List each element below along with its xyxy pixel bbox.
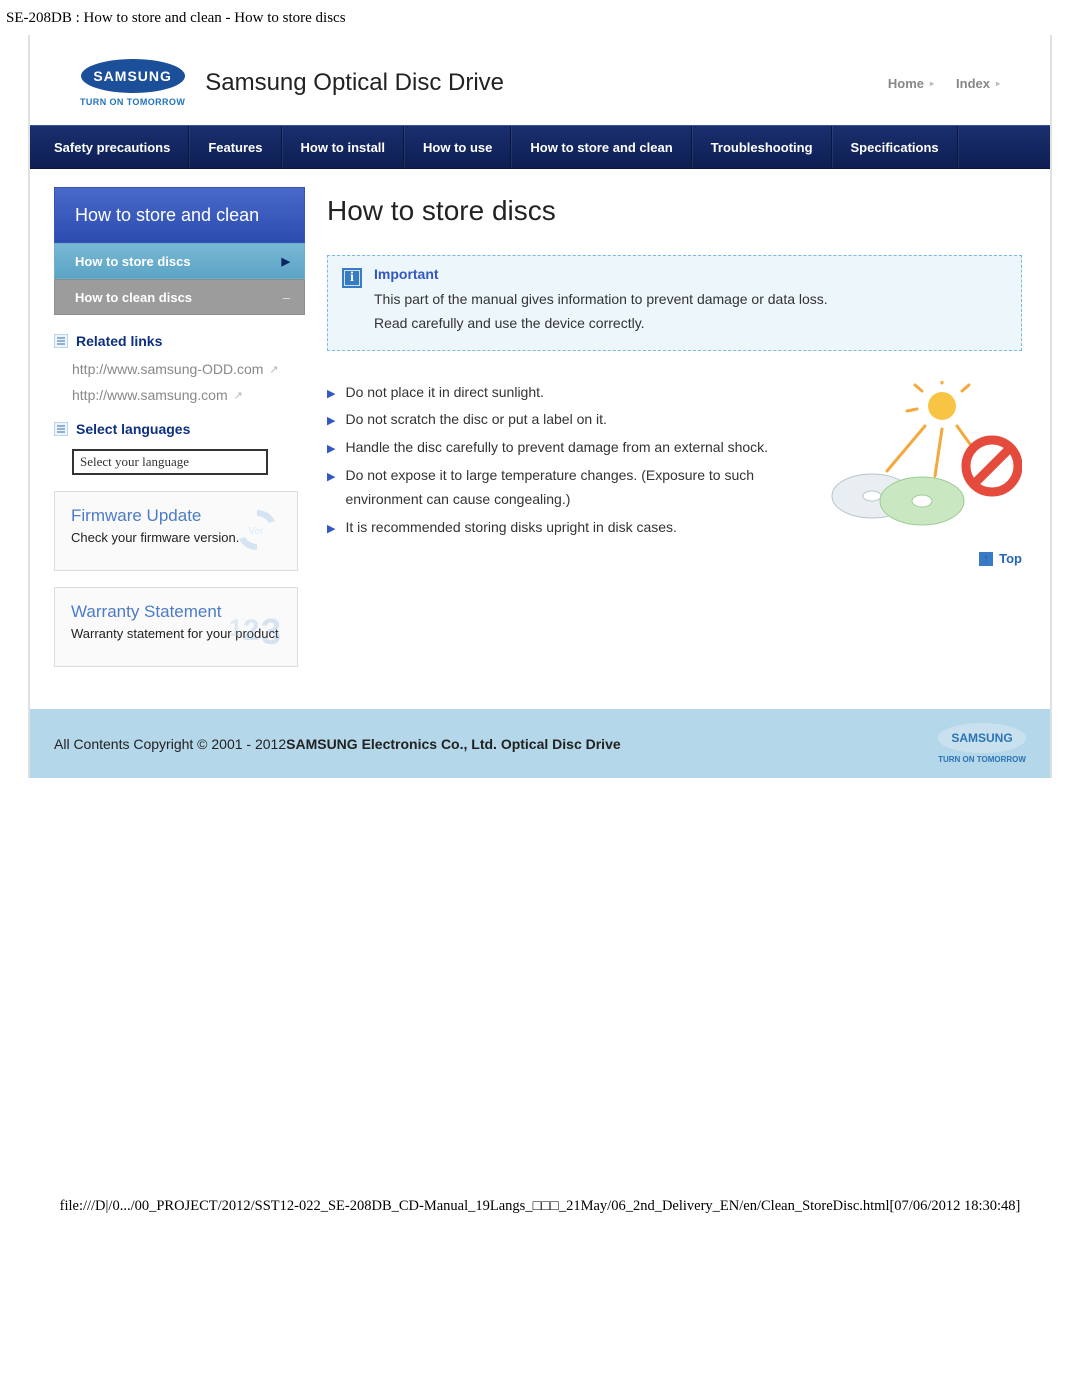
- tip-item: ▶Do not scratch the disc or put a label …: [327, 408, 789, 432]
- important-notice: i Important This part of the manual give…: [327, 255, 1022, 351]
- select-languages-heading: Select languages: [54, 421, 305, 437]
- document-title: SE-208DB : How to store and clean - How …: [0, 10, 1080, 31]
- product-title: Samsung Optical Disc Drive: [205, 69, 504, 97]
- nav-install[interactable]: How to install: [282, 126, 405, 168]
- logo-tagline: TURN ON TOMORROW: [80, 97, 185, 107]
- samsung-logo: SAMSUNG TURN ON TOMORROW: [80, 59, 185, 107]
- home-label: Home: [888, 76, 924, 91]
- related-links-heading: Related links: [54, 333, 305, 349]
- link-text: http://www.samsung-ODD.com: [72, 361, 263, 377]
- logo-text: SAMSUNG: [81, 59, 185, 93]
- tip-item: ▶Do not place it in direct sunlight.: [327, 381, 789, 405]
- important-text: This part of the manual gives informatio…: [374, 288, 828, 336]
- sidebar-item-label: How to store discs: [75, 254, 191, 269]
- home-link[interactable]: Home ▸: [888, 76, 934, 91]
- main-nav: Safety precautions Features How to insta…: [30, 125, 1050, 169]
- sidebar-title: How to store and clean: [54, 187, 305, 243]
- file-path: file:///D|/0.../00_PROJECT/2012/SST12-02…: [0, 1198, 1080, 1223]
- list-icon: [54, 422, 68, 436]
- nav-store-clean[interactable]: How to store and clean: [511, 126, 691, 168]
- footer: All Contents Copyright © 2001 - 2012SAMS…: [30, 709, 1050, 778]
- arrow-right-icon: ▶: [282, 255, 290, 268]
- copyright-text: All Contents Copyright © 2001 - 2012SAMS…: [54, 736, 938, 752]
- nav-features[interactable]: Features: [189, 126, 281, 168]
- index-label: Index: [956, 76, 990, 91]
- card-subtitle: Check your firmware version.: [71, 530, 283, 545]
- related-link-odd[interactable]: http://www.samsung-ODD.com ↗: [72, 361, 305, 377]
- related-link-samsung[interactable]: http://www.samsung.com ↗: [72, 387, 305, 403]
- external-link-icon: ↗: [269, 363, 278, 376]
- bullet-icon: ▶: [327, 412, 335, 432]
- info-icon: i: [342, 268, 362, 288]
- external-link-icon: ↗: [234, 389, 243, 402]
- header: SAMSUNG TURN ON TOMORROW Samsung Optical…: [30, 59, 1050, 125]
- arrow-up-icon: ↑: [979, 552, 993, 566]
- tip-item: ▶Do not expose it to large temperature c…: [327, 464, 789, 512]
- chevron-right-icon: ▸: [996, 79, 1000, 88]
- nav-safety[interactable]: Safety precautions: [30, 126, 189, 168]
- index-link[interactable]: Index ▸: [956, 76, 1000, 91]
- bullet-icon: ▶: [327, 440, 335, 460]
- nav-spec[interactable]: Specifications: [832, 126, 958, 168]
- language-select[interactable]: Select your language: [72, 449, 268, 475]
- warranty-card[interactable]: Warranty Statement Warranty statement fo…: [54, 587, 298, 667]
- nav-use[interactable]: How to use: [404, 126, 511, 168]
- card-subtitle: Warranty statement for your product: [71, 626, 283, 641]
- list-icon: [54, 334, 68, 348]
- link-text: http://www.samsung.com: [72, 387, 228, 403]
- tip-item: ▶Handle the disc carefully to prevent da…: [327, 436, 789, 460]
- sidebar-item-store-discs[interactable]: How to store discs ▶: [54, 243, 305, 279]
- sidebar-item-clean-discs[interactable]: How to clean discs –: [54, 279, 305, 315]
- bullet-icon: ▶: [327, 520, 335, 540]
- page-title: How to store discs: [327, 195, 1022, 227]
- bullet-icon: ▶: [327, 385, 335, 405]
- nav-troubleshoot[interactable]: Troubleshooting: [692, 126, 832, 168]
- footer-logo: SAMSUNG TURN ON TOMORROW: [938, 723, 1026, 764]
- top-label: Top: [999, 551, 1022, 566]
- important-heading: Important: [374, 266, 828, 282]
- sunlight-disc-illustration: [807, 381, 1022, 531]
- card-title: Firmware Update: [71, 506, 283, 526]
- tips-list: ▶Do not place it in direct sunlight. ▶Do…: [327, 381, 789, 544]
- card-title: Warranty Statement: [71, 602, 283, 622]
- back-to-top[interactable]: ↑ Top: [327, 551, 1022, 566]
- sidebar-item-label: How to clean discs: [75, 290, 192, 305]
- dash-icon: –: [283, 290, 290, 305]
- firmware-update-card[interactable]: Firmware Update Check your firmware vers…: [54, 491, 298, 571]
- tip-item: ▶It is recommended storing disks upright…: [327, 516, 789, 540]
- chevron-right-icon: ▸: [930, 79, 934, 88]
- bullet-icon: ▶: [327, 468, 335, 512]
